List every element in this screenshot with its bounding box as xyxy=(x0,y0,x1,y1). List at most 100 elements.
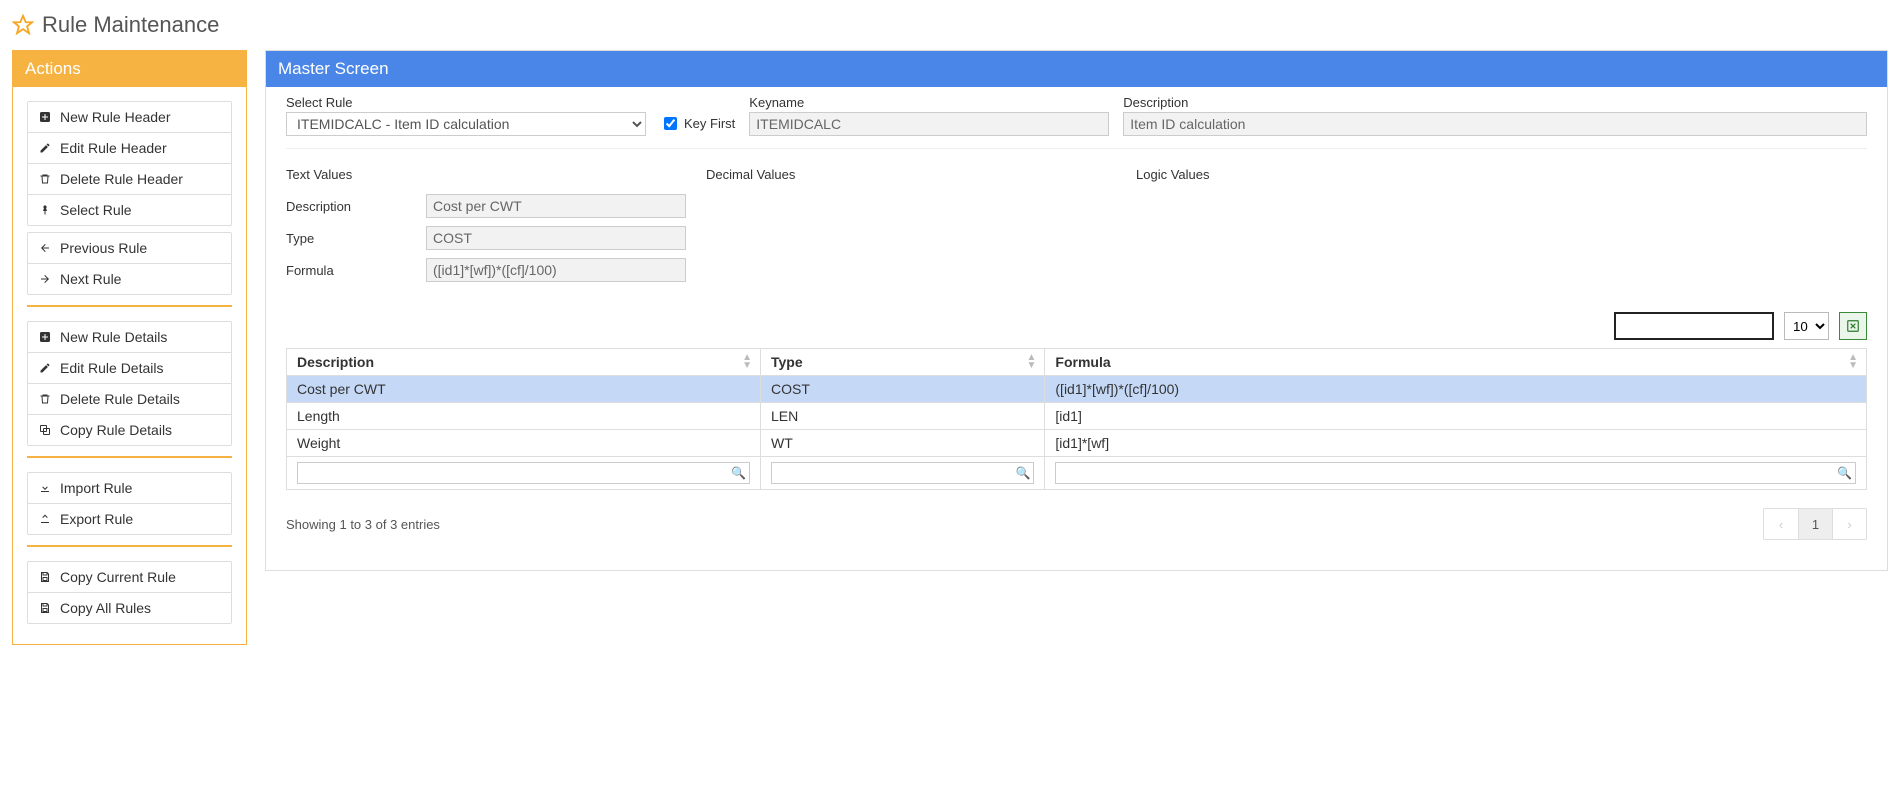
pager: ‹ 1 › xyxy=(1763,508,1867,540)
action-label: Select Rule xyxy=(60,202,132,218)
action-group-header: New Rule Header Edit Rule Header Delete … xyxy=(27,101,232,226)
filter-formula-input[interactable] xyxy=(1055,462,1856,484)
save-icon xyxy=(38,602,52,614)
action-label: Copy All Rules xyxy=(60,600,151,616)
save-icon xyxy=(38,571,52,583)
cell-type: WT xyxy=(761,430,1045,457)
rule-details-table: Description ▲▼ Type ▲▼ Formula ▲▼ xyxy=(286,348,1867,490)
cell-description: Cost per CWT xyxy=(287,376,761,403)
page-header: Rule Maintenance xyxy=(12,12,1888,38)
delete-rule-details-button[interactable]: Delete Rule Details xyxy=(28,383,231,414)
filter-description-input[interactable] xyxy=(297,462,750,484)
download-icon xyxy=(38,482,52,494)
select-rule-dropdown[interactable]: ITEMIDCALC - Item ID calculation xyxy=(286,112,646,136)
pencil-icon xyxy=(38,142,52,154)
table-row[interactable]: Weight WT [id1]*[wf] xyxy=(287,430,1867,457)
key-first-label: Key First xyxy=(684,116,735,131)
sort-icon: ▲▼ xyxy=(1848,354,1858,370)
excel-icon xyxy=(1846,319,1860,333)
table-info: Showing 1 to 3 of 3 entries xyxy=(286,517,440,532)
cell-type: COST xyxy=(761,376,1045,403)
sidebar-divider xyxy=(27,545,232,547)
action-group-details: New Rule Details Edit Rule Details Delet… xyxy=(27,321,232,446)
action-label: Edit Rule Header xyxy=(60,140,167,156)
col-formula-header[interactable]: Formula ▲▼ xyxy=(1045,349,1867,376)
action-label: Delete Rule Details xyxy=(60,391,180,407)
action-group-copy: Copy Current Rule Copy All Rules xyxy=(27,561,232,624)
copy-icon xyxy=(38,424,52,436)
text-values-heading: Text Values xyxy=(286,167,706,182)
new-rule-details-button[interactable]: New Rule Details xyxy=(28,322,231,352)
keyname-label: Keyname xyxy=(749,95,1109,110)
form-divider xyxy=(286,148,1867,149)
cell-type: LEN xyxy=(761,403,1045,430)
text-description-label: Description xyxy=(286,199,416,214)
filter-type-input[interactable] xyxy=(771,462,1034,484)
edit-rule-details-button[interactable]: Edit Rule Details xyxy=(28,352,231,383)
plus-square-icon xyxy=(38,331,52,343)
copy-rule-details-button[interactable]: Copy Rule Details xyxy=(28,414,231,445)
export-rule-button[interactable]: Export Rule xyxy=(28,503,231,534)
sidebar-title: Actions xyxy=(13,51,246,87)
master-screen-panel: Master Screen Select Rule ITEMIDCALC - I… xyxy=(265,50,1888,571)
next-rule-button[interactable]: Next Rule xyxy=(28,263,231,294)
pager-next-button[interactable]: › xyxy=(1832,509,1866,539)
text-description-field[interactable] xyxy=(426,194,686,218)
action-label: Previous Rule xyxy=(60,240,147,256)
action-label: Edit Rule Details xyxy=(60,360,164,376)
cell-formula: ([id1]*[wf])*([cf]/100) xyxy=(1045,376,1867,403)
action-group-nav: Previous Rule Next Rule xyxy=(27,232,232,295)
cell-formula: [id1] xyxy=(1045,403,1867,430)
text-type-label: Type xyxy=(286,231,416,246)
star-icon xyxy=(12,14,34,36)
select-rule-label: Select Rule xyxy=(286,95,646,110)
table-search-input[interactable] xyxy=(1614,312,1774,340)
logic-values-heading: Logic Values xyxy=(1136,167,1867,182)
text-formula-field[interactable] xyxy=(426,258,686,282)
pencil-icon xyxy=(38,362,52,374)
pager-page-1-button[interactable]: 1 xyxy=(1798,509,1832,539)
action-label: New Rule Header xyxy=(60,109,171,125)
table-row[interactable]: Cost per CWT COST ([id1]*[wf])*([cf]/100… xyxy=(287,376,1867,403)
plus-square-icon xyxy=(38,111,52,123)
page-title: Rule Maintenance xyxy=(42,12,219,38)
new-rule-header-button[interactable]: New Rule Header xyxy=(28,102,231,132)
pin-icon xyxy=(38,204,52,216)
action-label: Import Rule xyxy=(60,480,132,496)
sort-icon: ▲▼ xyxy=(742,354,752,370)
decimal-values-heading: Decimal Values xyxy=(706,167,1136,182)
action-label: Copy Current Rule xyxy=(60,569,176,585)
import-rule-button[interactable]: Import Rule xyxy=(28,473,231,503)
key-first-checkbox[interactable] xyxy=(664,117,677,130)
copy-all-rules-button[interactable]: Copy All Rules xyxy=(28,592,231,623)
text-formula-label: Formula xyxy=(286,263,416,278)
pager-prev-button[interactable]: ‹ xyxy=(1764,509,1798,539)
actions-sidebar: Actions New Rule Header Edit Rule Header… xyxy=(12,50,247,645)
action-label: Copy Rule Details xyxy=(60,422,172,438)
arrow-right-icon xyxy=(38,273,52,285)
edit-rule-header-button[interactable]: Edit Rule Header xyxy=(28,132,231,163)
table-row[interactable]: Length LEN [id1] xyxy=(287,403,1867,430)
previous-rule-button[interactable]: Previous Rule xyxy=(28,233,231,263)
col-type-header[interactable]: Type ▲▼ xyxy=(761,349,1045,376)
col-description-header[interactable]: Description ▲▼ xyxy=(287,349,761,376)
action-label: Delete Rule Header xyxy=(60,171,183,187)
text-type-field[interactable] xyxy=(426,226,686,250)
keyname-field[interactable] xyxy=(749,112,1109,136)
cell-formula: [id1]*[wf] xyxy=(1045,430,1867,457)
cell-description: Weight xyxy=(287,430,761,457)
description-label: Description xyxy=(1123,95,1867,110)
description-field[interactable] xyxy=(1123,112,1867,136)
master-screen-title: Master Screen xyxy=(266,51,1887,87)
upload-icon xyxy=(38,513,52,525)
action-label: Export Rule xyxy=(60,511,133,527)
arrow-left-icon xyxy=(38,242,52,254)
action-label: New Rule Details xyxy=(60,329,167,345)
chevron-left-icon: ‹ xyxy=(1779,517,1783,532)
sidebar-divider xyxy=(27,305,232,307)
export-excel-button[interactable] xyxy=(1839,312,1867,340)
select-rule-button[interactable]: Select Rule xyxy=(28,194,231,225)
copy-current-rule-button[interactable]: Copy Current Rule xyxy=(28,562,231,592)
page-size-select[interactable]: 10 xyxy=(1784,312,1829,340)
delete-rule-header-button[interactable]: Delete Rule Header xyxy=(28,163,231,194)
